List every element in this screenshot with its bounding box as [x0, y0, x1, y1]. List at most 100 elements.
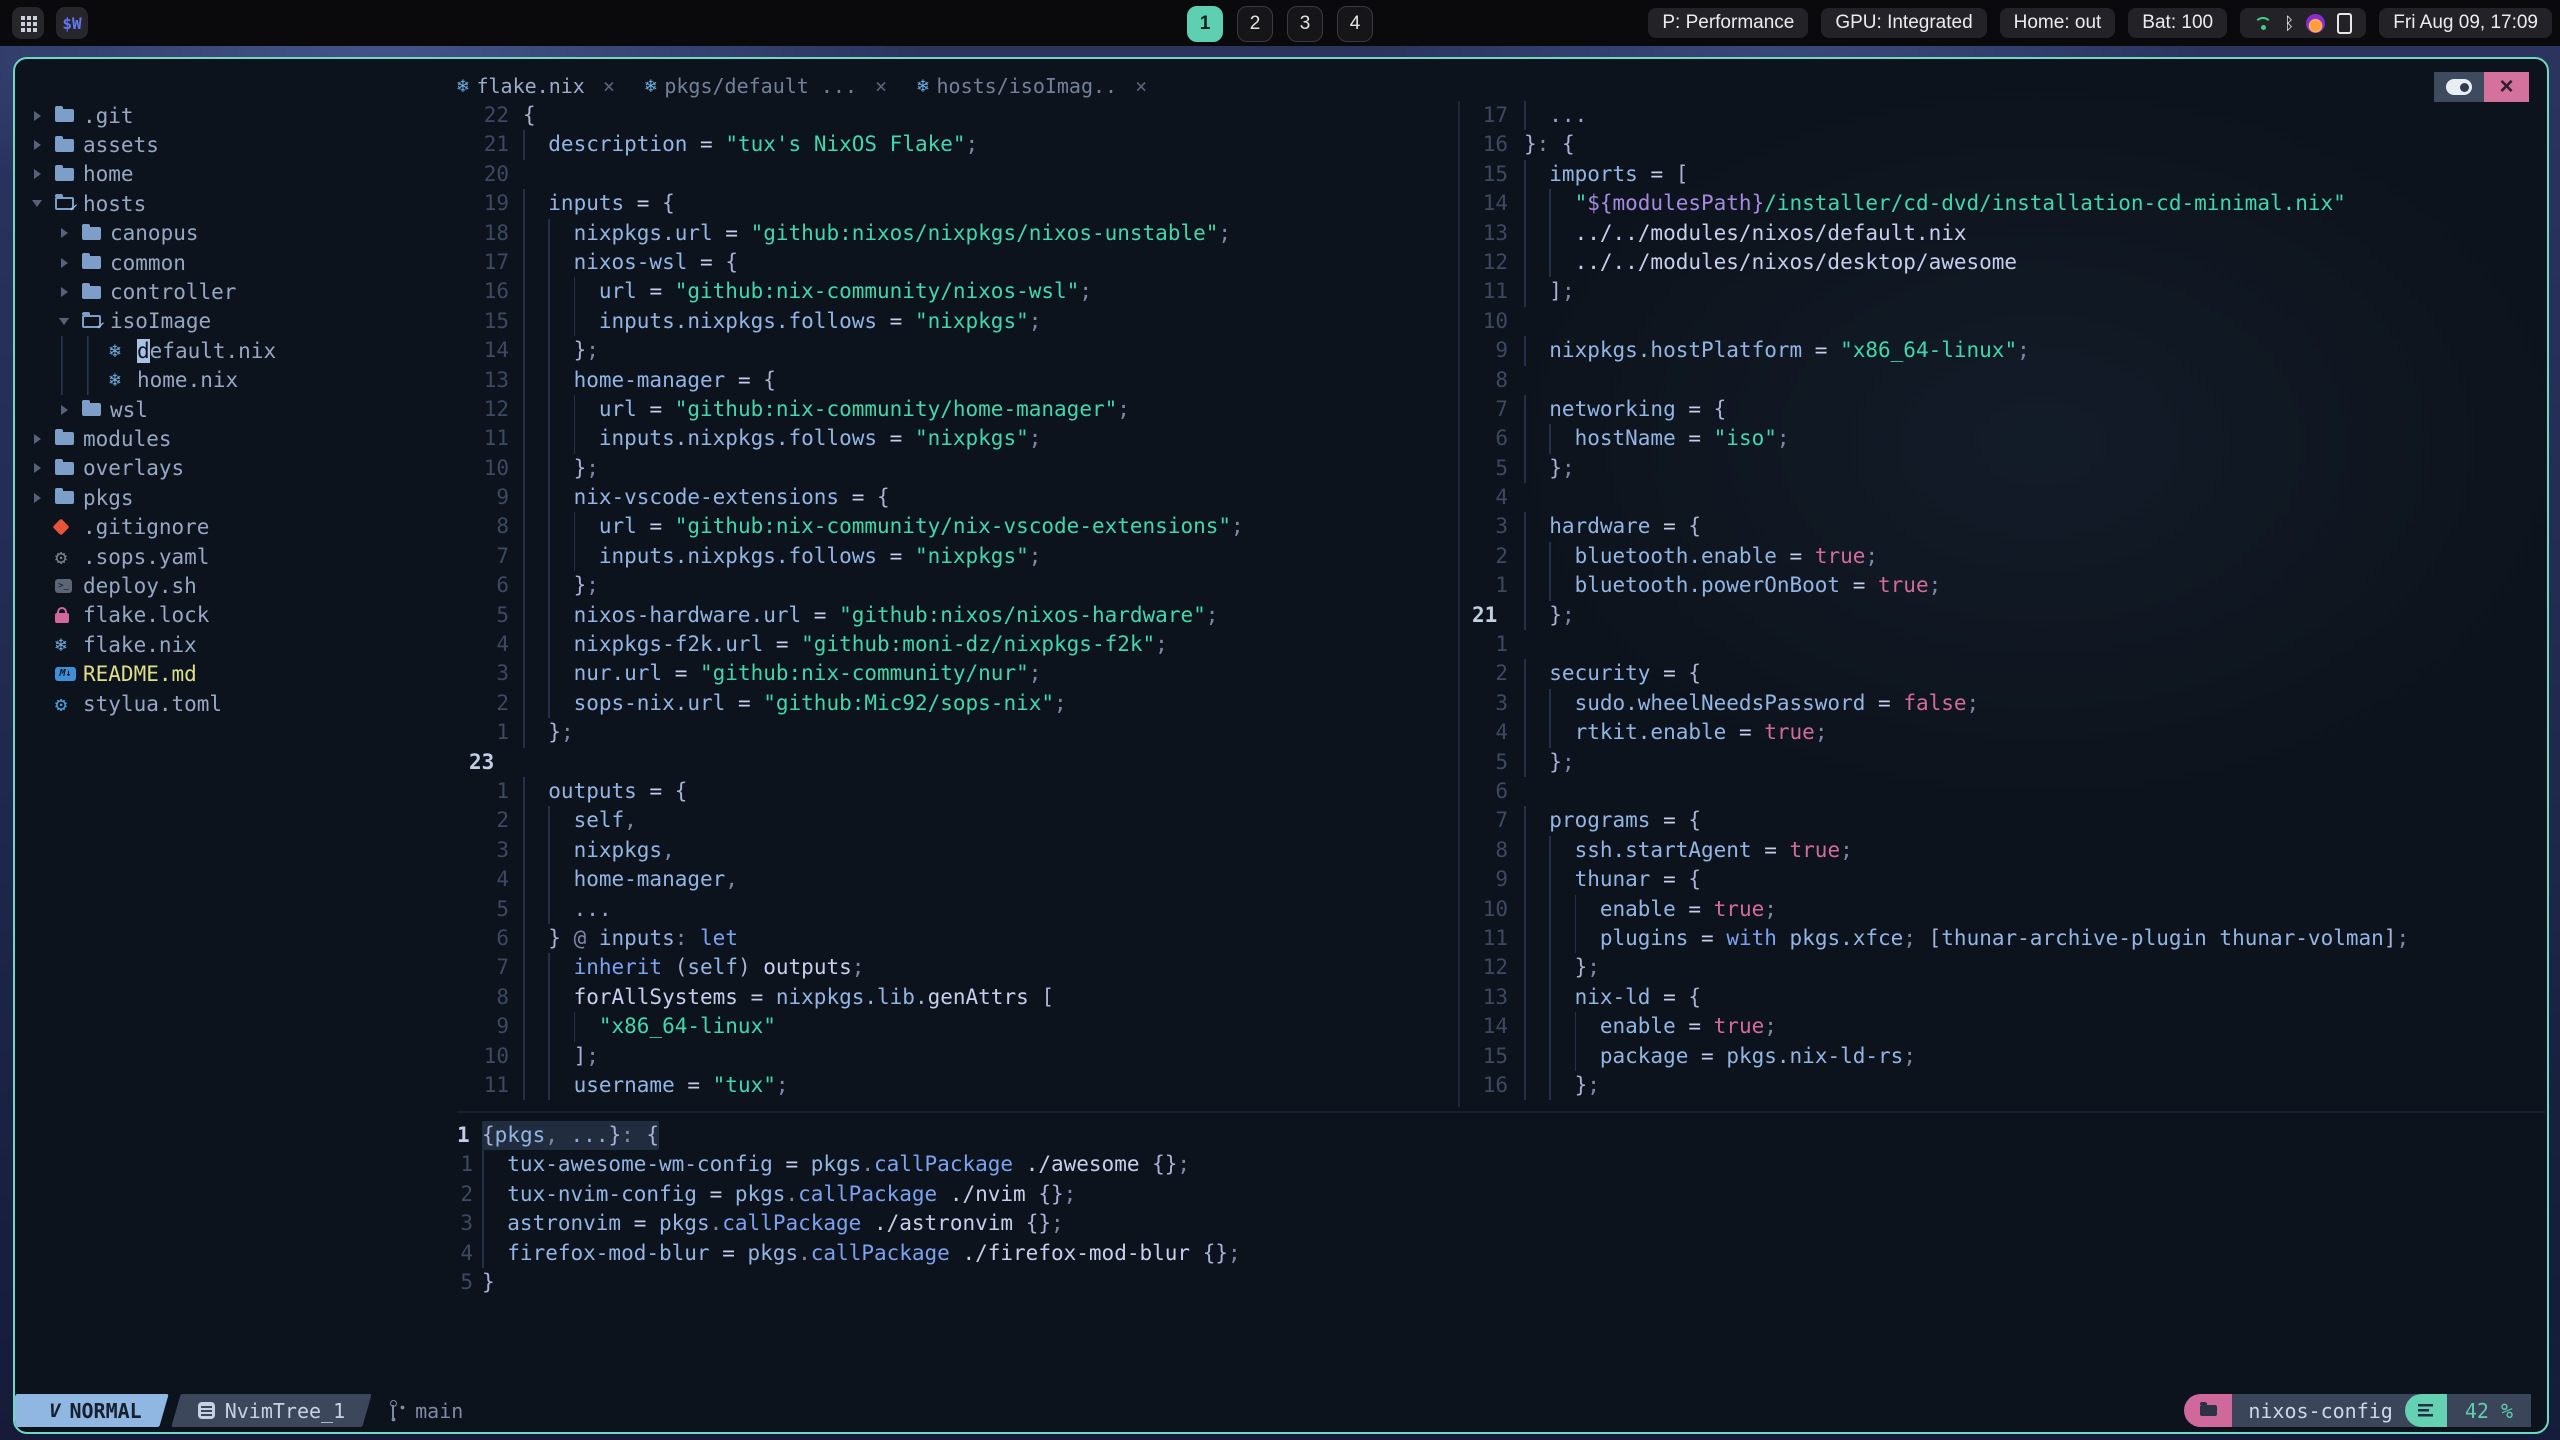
indent-guide-line [1549, 571, 1551, 601]
app-launcher-button[interactable] [12, 7, 44, 39]
code-line: 4 home-manager, [469, 865, 1470, 895]
line-number: 11 [483, 426, 509, 451]
workspace-button-3[interactable]: 3 [1287, 6, 1323, 42]
home-indicator[interactable]: Home: out [1999, 8, 2116, 38]
code-text: description = "tux's NixOS Flake"; [523, 130, 1470, 160]
folder-icon [55, 429, 83, 446]
indent-guide-line [548, 982, 550, 1013]
folder-icon [82, 223, 110, 240]
tree-item-flake-lock[interactable]: flake.lock [17, 601, 455, 630]
tab-close-icon[interactable]: × [875, 74, 887, 98]
code-text: nixos-hardware.url = "github:nixos/nixos… [523, 600, 1470, 631]
progress-lines-icon [2418, 1404, 2434, 1417]
tree-item-git[interactable]: .git [17, 101, 455, 130]
tab-hosts-isoimage[interactable]: ❄ hosts/isoImag.. × [917, 74, 1147, 98]
tree-item-flake-nix[interactable]: ❄ flake.nix [17, 630, 455, 659]
tab-close-icon[interactable]: × [603, 74, 615, 98]
chevron-right-icon [58, 228, 82, 239]
tree-item-assets[interactable]: assets [17, 130, 455, 159]
tree-item-deploy-sh[interactable]: >_ deploy.sh [17, 571, 455, 600]
code-line: 7 networking = { [1472, 394, 2545, 425]
code-line: 4 firefox-mod-blur = pkgs.callPackage ./… [457, 1238, 2545, 1268]
gpu-indicator[interactable]: GPU: Integrated [1821, 8, 1987, 38]
tree-item-label: .git [83, 103, 134, 128]
indent-guide-line [523, 1041, 525, 1071]
code-text: } @ inputs: let [523, 923, 1470, 954]
editor-flake-nix[interactable]: 22{21 description = "tux's NixOS Flake";… [457, 101, 1470, 1107]
workspace-button-1[interactable]: 1 [1187, 6, 1223, 42]
tree-item-home[interactable]: home [17, 160, 455, 189]
buffer-tabline: ❄ flake.nix × ❄ pkgs/default ... × ❄ hos… [457, 69, 1147, 103]
indent-guide-line [523, 541, 525, 572]
line-number: 4 [460, 1240, 473, 1265]
window-close-button[interactable]: × [2484, 72, 2529, 102]
code-text: }; [1524, 953, 2545, 983]
tree-item-common[interactable]: common [17, 248, 455, 277]
tree-item-isoimage[interactable]: isoImage [17, 307, 455, 336]
indent-guide-line [1524, 1041, 1526, 1071]
indent-guide-line [523, 512, 525, 542]
code-text: nixpkgs.url = "github:nixos/nixpkgs/nixo… [523, 218, 1470, 248]
tree-item-hosts[interactable]: hosts [17, 189, 455, 218]
chevron-right-icon [31, 110, 55, 121]
tree-item-sops-yaml[interactable]: ⚙ .sops.yaml [17, 542, 455, 571]
mode-label: NORMAL [69, 1398, 142, 1423]
workspace-logo-button[interactable]: $W [56, 7, 88, 39]
workspace-button-4[interactable]: 4 [1337, 6, 1373, 42]
indent-guide-line [548, 806, 550, 836]
code-text: ../../modules/nixos/default.nix [1524, 218, 2545, 248]
code-text: url = "github:nix-community/nixos-wsl"; [523, 277, 1470, 307]
editor-pkgs-default-nix[interactable]: 1 {pkgs, ...}: {1 tux-awesome-wm-config =… [457, 1111, 2545, 1321]
line-number: 22 [483, 103, 509, 127]
tab-close-icon[interactable]: × [1135, 74, 1147, 98]
indent-guide-line [548, 483, 550, 513]
indent-guide-line [523, 571, 525, 601]
gear-icon: ⚙ [55, 691, 68, 716]
indent-guide-line [523, 277, 525, 307]
line-number: 2 [1495, 543, 1508, 568]
tree-item-pkgs[interactable]: pkgs [17, 483, 455, 512]
workspace-button-2[interactable]: 2 [1237, 6, 1273, 42]
tree-item-modules[interactable]: modules [17, 424, 455, 453]
tree-item-overlays[interactable]: overlays [17, 454, 455, 483]
code-line: 23 [469, 748, 1470, 777]
nvimtree-file-explorer[interactable]: .git assets home hosts canopus common controll… [17, 101, 455, 1372]
line-number: 9 [496, 1014, 509, 1039]
tree-item-readme-md[interactable]: M↓ README.md [17, 659, 455, 688]
tree-item-default-nix[interactable]: ❄ default.nix [17, 336, 455, 366]
line-number: 14 [1482, 191, 1508, 216]
tree-item-gitignore[interactable]: .gitignore [17, 512, 455, 541]
line-number: 14 [483, 338, 509, 363]
editor-hosts-isoimage-default-nix[interactable]: 17 ... 16}: {15 imports = [14 "${modulesP… [1458, 101, 2545, 1107]
indent-guide-line [548, 453, 550, 484]
code-line: 14 "${modulesPath}/installer/cd-dvd/inst… [1472, 189, 2545, 219]
nix-snowflake-icon: ❄ [55, 633, 67, 656]
indent-guide-line [573, 1012, 576, 1042]
indent-guide-line [548, 688, 550, 719]
tree-item-stylua-toml[interactable]: ⚙ stylua.toml [17, 689, 455, 718]
indent-guide-line [523, 365, 525, 395]
chevron-right-icon [58, 404, 82, 415]
tree-item-home-nix[interactable]: ❄ home.nix [17, 365, 455, 395]
indent-guide-line [1549, 189, 1551, 219]
code-line: 11 plugins = with pkgs.xfce; [thunar-arc… [1472, 923, 2545, 954]
line-number: 5 [460, 1269, 473, 1294]
power-profile-indicator[interactable]: P: Performance [1648, 8, 1809, 38]
nix-snowflake-icon: ❄ [457, 75, 469, 97]
indent-guide-line [1524, 953, 1526, 983]
line-number: 8 [1495, 837, 1508, 862]
indent-guide-line [1549, 247, 1551, 278]
window-toggle-button[interactable] [2434, 72, 2484, 102]
tab-flake-nix[interactable]: ❄ flake.nix × [457, 74, 615, 98]
code-text: nix-vscode-extensions = { [523, 483, 1470, 513]
tree-item-wsl[interactable]: wsl [17, 395, 455, 424]
tab-pkgs-default[interactable]: ❄ pkgs/default ... × [645, 74, 887, 98]
tree-item-label: canopus [110, 221, 199, 246]
indent-guide-line [523, 953, 525, 983]
tree-item-controller[interactable]: controller [17, 277, 455, 306]
tree-item-canopus[interactable]: canopus [17, 219, 455, 248]
code-line: 12 url = "github:nix-community/home-mana… [469, 394, 1470, 425]
system-tray[interactable]: ᛒ [2240, 8, 2367, 38]
indent-guide-line [1524, 806, 1526, 836]
code-line: 2 bluetooth.enable = true; [1472, 541, 2545, 572]
